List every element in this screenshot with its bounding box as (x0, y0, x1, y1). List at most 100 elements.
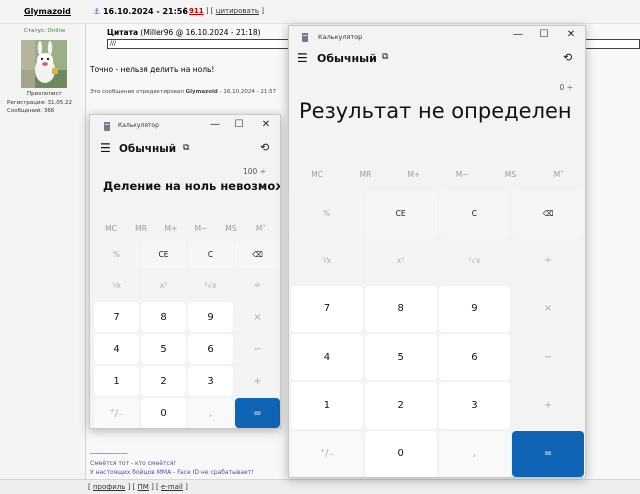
minimize-button[interactable]: — (208, 119, 222, 130)
history-icon[interactable]: ⟲ (563, 51, 572, 64)
reciprocal-button[interactable]: ⅟x (291, 237, 363, 284)
digit-8-button[interactable]: 8 (364, 285, 437, 332)
post-author-link[interactable]: Glymazoid (24, 7, 71, 16)
quote-link[interactable]: цитировать (216, 7, 259, 15)
quote-header: Цитата (Miller96 @ 16.10.2024 - 21:18) (107, 28, 261, 37)
hamburger-menu-icon[interactable]: ☰ (297, 51, 308, 65)
multiply-button[interactable]: × (235, 302, 280, 332)
hamburger-menu-icon[interactable]: ☰ (100, 141, 111, 155)
mode-title: Обычный (317, 52, 377, 65)
clear-entry-button[interactable]: CE (364, 191, 437, 236)
negate-button[interactable]: ⁺/₋ (291, 430, 363, 477)
edit-note: Это сообщение отредактировал Glymazoid -… (90, 89, 277, 95)
square-root-button[interactable]: ²√x (438, 237, 511, 284)
close-button[interactable]: ✕ (259, 119, 273, 130)
post-links: [ 911 ] [ цитировать ] (184, 7, 264, 15)
pin-icon: ⚓ (93, 7, 101, 16)
digit-3-button[interactable]: 3 (188, 366, 233, 396)
history-icon[interactable]: ⟲ (260, 141, 269, 154)
memory-subtract-button[interactable]: M− (186, 224, 216, 233)
expression-display: 100 ÷ (243, 167, 266, 176)
memory-clear-button[interactable]: MC (96, 224, 126, 233)
digit-4-button[interactable]: 4 (94, 334, 139, 364)
digit-0-button[interactable]: 0 (364, 430, 437, 477)
digit-4-button[interactable]: 4 (291, 333, 363, 381)
post-text: Точно - нельзя делить на ноль! (90, 65, 215, 74)
plus-button[interactable]: + (235, 366, 280, 396)
digit-7-button[interactable]: 7 (291, 285, 363, 332)
equals-button[interactable]: = (512, 430, 584, 477)
keep-on-top-icon[interactable]: ⧉ (183, 143, 189, 153)
memory-list-button[interactable]: M˅ (535, 170, 583, 179)
minimize-button[interactable]: — (511, 29, 525, 40)
keypad: % CE C ⌫ ⅟x x² ²√x ÷ 7 8 9 × 4 5 6 − 1 2… (291, 191, 584, 477)
reciprocal-button[interactable]: ⅟x (94, 270, 139, 300)
profile-link[interactable]: профиль (93, 483, 125, 491)
memory-add-button[interactable]: M+ (156, 224, 186, 233)
digit-1-button[interactable]: 1 (94, 366, 139, 396)
user-status: Статус: Online (24, 28, 66, 34)
decimal-button[interactable]: , (188, 398, 233, 428)
multiply-button[interactable]: × (512, 285, 584, 332)
divide-button[interactable]: ÷ (512, 237, 584, 284)
memory-recall-button[interactable]: MR (126, 224, 156, 233)
digit-5-button[interactable]: 5 (364, 333, 437, 381)
memory-store-button[interactable]: MS (216, 224, 246, 233)
avatar[interactable] (21, 40, 67, 88)
backspace-button[interactable]: ⌫ (512, 191, 584, 236)
digit-2-button[interactable]: 2 (141, 366, 186, 396)
clear-entry-button[interactable]: CE (141, 240, 186, 268)
memory-row: MC MR M+ M− MS M˅ (293, 170, 583, 179)
digit-1-button[interactable]: 1 (291, 382, 363, 429)
maximize-button[interactable]: ☐ (537, 29, 551, 40)
backspace-button[interactable]: ⌫ (235, 240, 280, 268)
email-link[interactable]: e-mail (161, 483, 183, 491)
minus-button[interactable]: − (235, 334, 280, 364)
clear-button[interactable]: C (438, 191, 511, 236)
digit-6-button[interactable]: 6 (438, 333, 511, 381)
calculator-app-icon (302, 33, 308, 42)
result-display: Деление на ноль невозможно (103, 179, 280, 193)
post-number-link[interactable]: 911 (189, 7, 204, 15)
close-button[interactable]: ✕ (564, 29, 578, 40)
percent-button[interactable]: % (94, 240, 139, 268)
divide-button[interactable]: ÷ (235, 270, 280, 300)
minus-button[interactable]: − (512, 333, 584, 381)
digit-7-button[interactable]: 7 (94, 302, 139, 332)
digit-9-button[interactable]: 9 (188, 302, 233, 332)
digit-0-button[interactable]: 0 (141, 398, 186, 428)
post-header: Glymazoid ⚓ 16.10.2024 - 21:56 [ 911 ] [… (0, 0, 640, 24)
square-button[interactable]: x² (364, 237, 437, 284)
square-button[interactable]: x² (141, 270, 186, 300)
clear-button[interactable]: C (188, 240, 233, 268)
digit-6-button[interactable]: 6 (188, 334, 233, 364)
maximize-button[interactable]: ☐ (232, 119, 246, 130)
digit-2-button[interactable]: 2 (364, 382, 437, 429)
negate-button[interactable]: ⁺/₋ (94, 398, 139, 428)
signature-divider: -------------------- (90, 450, 128, 457)
keep-on-top-icon[interactable]: ⧉ (382, 52, 388, 62)
memory-clear-button[interactable]: MC (293, 170, 341, 179)
pm-link[interactable]: ПМ (138, 483, 149, 491)
window-title: Калькулятор (118, 122, 159, 129)
decimal-button[interactable]: , (438, 430, 511, 477)
result-display: Результат не определен (299, 99, 572, 123)
digit-9-button[interactable]: 9 (438, 285, 511, 332)
memory-list-button[interactable]: M˅ (246, 224, 276, 233)
calculator-window-small: Калькулятор — ☐ ✕ ☰ Обычный ⧉ ⟲ 100 ÷ Де… (89, 114, 281, 429)
percent-button[interactable]: % (291, 191, 363, 236)
window-title: Калькулятор (318, 33, 363, 41)
plus-button[interactable]: + (512, 382, 584, 429)
memory-recall-button[interactable]: MR (341, 170, 389, 179)
memory-subtract-button[interactable]: M− (438, 170, 486, 179)
message-count: Сообщений: 366 (7, 108, 55, 114)
digit-3-button[interactable]: 3 (438, 382, 511, 429)
digit-8-button[interactable]: 8 (141, 302, 186, 332)
digit-5-button[interactable]: 5 (141, 334, 186, 364)
calculator-window-large: Калькулятор — ☐ ✕ ☰ Обычный ⧉ ⟲ 0 ÷ Резу… (288, 25, 586, 478)
post-footer: [ профиль ] [ ПМ ] [ e-mail ] (0, 479, 640, 494)
square-root-button[interactable]: ²√x (188, 270, 233, 300)
memory-add-button[interactable]: M+ (390, 170, 438, 179)
memory-store-button[interactable]: MS (486, 170, 534, 179)
equals-button[interactable]: = (235, 398, 280, 428)
